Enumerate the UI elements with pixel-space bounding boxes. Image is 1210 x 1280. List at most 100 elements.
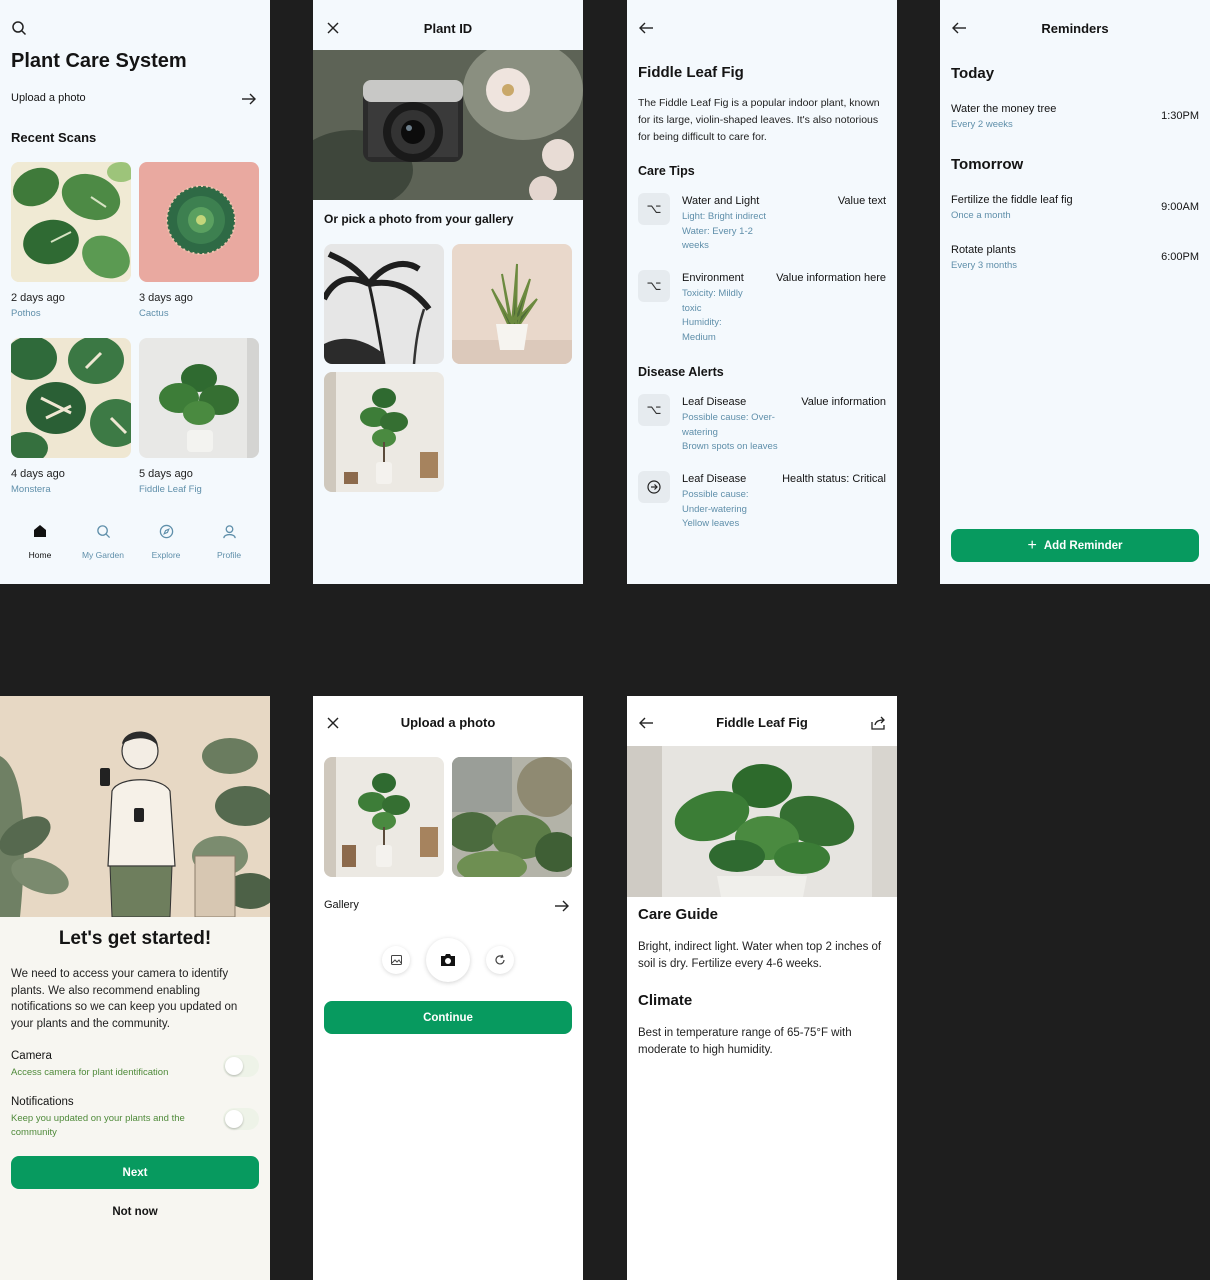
care-tips-heading: Care Tips: [638, 164, 695, 178]
option-key-icon: ⌥: [638, 193, 670, 225]
home-icon: [10, 520, 70, 542]
notifications-permission-label: Notifications: [11, 1096, 74, 1108]
page-title: Fiddle Leaf Fig: [716, 715, 808, 730]
image-icon[interactable]: [382, 946, 410, 974]
alert-value: Health status: Critical: [782, 473, 886, 485]
gallery-heading: Or pick a photo from your gallery: [324, 212, 514, 226]
alert-line-text: Under-watering: [682, 503, 747, 515]
tip-lines: Toxicity: Mildly toxic Humidity: Medium: [682, 287, 743, 345]
climate-heading: Climate: [638, 992, 693, 1009]
monstera-image[interactable]: [11, 338, 131, 458]
tip-line-text: Light: Bright indirect: [682, 211, 766, 222]
search-icon[interactable]: [9, 18, 29, 38]
reminder-time: 1:30PM: [1161, 110, 1199, 122]
nav-explore[interactable]: Explore: [136, 520, 196, 560]
alert-title: Leaf Disease: [682, 473, 747, 485]
garden-photo[interactable]: [452, 757, 572, 877]
fiddle-leaf-fig-image[interactable]: [139, 338, 259, 458]
user-icon: [199, 520, 259, 542]
camera-icon[interactable]: [426, 938, 470, 982]
scan-date: 4 days ago: [11, 468, 65, 480]
scan-name: Cactus: [139, 308, 169, 319]
tip-line-text: toxic: [682, 302, 702, 314]
search-icon: [73, 520, 133, 542]
alert-line-text: watering: [682, 426, 718, 438]
fiddle-leaf-fig-photo: [627, 746, 897, 897]
alert-line-text: Yellow leaves: [682, 518, 740, 529]
alert-line-text: Possible cause:: [682, 489, 749, 500]
tip-value: Value text: [837, 195, 886, 207]
reminder-frequency: Once a month: [951, 210, 1011, 221]
gallery-link[interactable]: Gallery: [324, 899, 359, 911]
onboarding-body: We need to access your camera to identif…: [11, 968, 238, 1030]
upload-photo-link[interactable]: Upload a photo: [11, 92, 86, 104]
nav-profile[interactable]: Profile: [199, 520, 259, 560]
scan-date: 2 days ago: [11, 292, 65, 304]
plant-id-screen: Plant ID Or pick a photo from your galle…: [313, 0, 583, 584]
alert-title: Leaf Disease: [682, 396, 747, 408]
scan-name: Fiddle Leaf Fig: [139, 484, 202, 495]
share-icon[interactable]: [868, 713, 888, 733]
page-title: Upload a photo: [400, 715, 496, 730]
upload-screen: Upload a photo Gallery Continue: [313, 696, 583, 1280]
camera-preview-image[interactable]: [313, 50, 583, 200]
home-screen: Plant Care System Upload a photo Recent …: [0, 0, 270, 584]
not-now-button[interactable]: Not now: [0, 1206, 270, 1218]
illustration-image: [0, 696, 270, 918]
arrow-right-icon[interactable]: [552, 896, 572, 916]
reminders-screen: Reminders Today Water the money tree Eve…: [940, 0, 1210, 584]
palm-image[interactable]: [324, 244, 444, 364]
nav-label: My Garden: [81, 550, 125, 560]
page-title: Plant Care System: [11, 50, 187, 72]
scan-name: Pothos: [11, 308, 41, 319]
snake-plant-image[interactable]: [452, 244, 572, 364]
care-guide-text: Bright, indirect light. Water when top 2…: [638, 941, 882, 970]
pothos-image[interactable]: [11, 162, 131, 282]
cactus-image[interactable]: [139, 162, 259, 282]
today-heading: Today: [951, 65, 995, 82]
camera-permission-label: Camera: [11, 1050, 52, 1062]
plant-title: Fiddle Leaf Fig: [638, 64, 744, 81]
reminder-title[interactable]: Rotate plants: [951, 244, 1016, 256]
continue-button[interactable]: Continue: [324, 1001, 572, 1034]
add-reminder-button[interactable]: + Add Reminder: [951, 529, 1199, 562]
tip-line: Light: Bright indirect Water: Every 1-2 …: [682, 210, 766, 254]
toggle-knob: [225, 1057, 243, 1075]
tip-title: Water and Light: [682, 195, 760, 207]
nav-my-garden[interactable]: My Garden: [73, 520, 133, 560]
fiddle-leaf-image[interactable]: [324, 372, 444, 492]
option-key-icon: ⌥: [638, 270, 670, 302]
reminder-time: 9:00AM: [1161, 201, 1199, 213]
tomorrow-heading: Tomorrow: [951, 156, 1024, 173]
recent-scans-heading: Recent Scans: [11, 130, 97, 145]
reminder-title[interactable]: Water the money tree: [951, 103, 1056, 115]
option-key-icon: ⌥: [638, 394, 670, 426]
reminder-title[interactable]: Fertilize the fiddle leaf fig: [951, 194, 1073, 206]
reminder-time: 6:00PM: [1161, 251, 1199, 263]
tip-title: Environment: [682, 272, 744, 284]
reminder-frequency: Every 3 months: [951, 260, 1017, 271]
nav-label: Explore: [151, 550, 181, 560]
refresh-icon[interactable]: [486, 946, 514, 974]
reminder-frequency: Every 2 weeks: [951, 119, 1013, 130]
care-guide-screen: Fiddle Leaf Fig Care Guide Bright, indir…: [627, 696, 897, 1280]
tip-line-text: Water: Every 1-2: [682, 225, 753, 237]
back-arrow-icon[interactable]: [636, 18, 656, 38]
nav-label: Home: [28, 550, 52, 560]
climate-text: Best in temperature range of 65-75°F wit…: [638, 1027, 852, 1056]
tip-line-text: Humidity:: [682, 317, 722, 328]
scan-name: Monstera: [11, 484, 51, 495]
next-button[interactable]: Next: [11, 1156, 259, 1189]
camera-toggle[interactable]: [223, 1055, 259, 1077]
plus-icon: +: [1027, 536, 1037, 554]
nav-home[interactable]: Home: [10, 520, 70, 560]
nav-label: Profile: [216, 550, 242, 560]
arrow-right-icon[interactable]: [239, 89, 259, 109]
scan-date: 5 days ago: [139, 468, 193, 480]
fiddle-leaf-photo[interactable]: [324, 757, 444, 877]
camera-permission-desc: Access camera for plant identification: [11, 1067, 169, 1078]
alert-line-text: Possible cause: Over-: [682, 412, 775, 423]
notifications-toggle[interactable]: [223, 1108, 259, 1130]
scan-date: 3 days ago: [139, 292, 193, 304]
tip-line-text: Toxicity: Mildly: [682, 288, 743, 299]
